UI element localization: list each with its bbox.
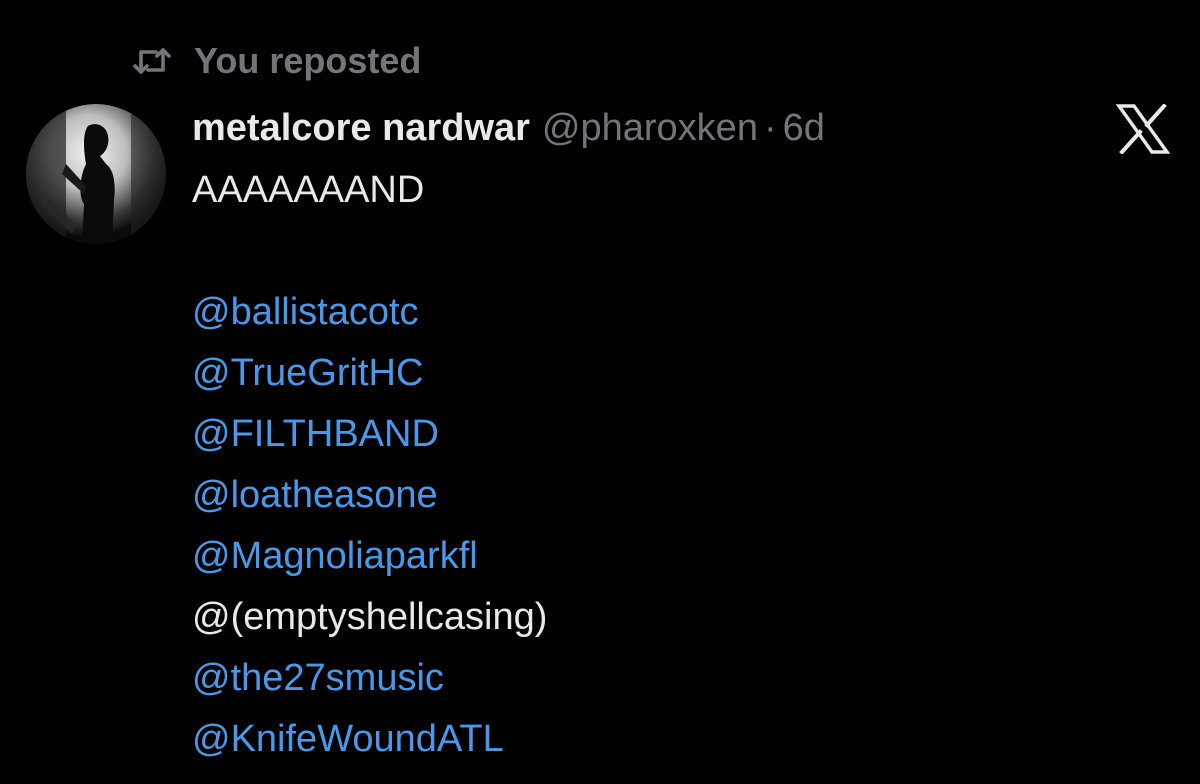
user-handle[interactable]: @pharoxken: [542, 102, 758, 154]
mention-link[interactable]: @TrueGritHC: [192, 343, 1172, 404]
repost-context[interactable]: You reposted: [132, 38, 421, 84]
avatar[interactable]: [26, 104, 166, 244]
avatar-photo: [26, 104, 166, 244]
separator-dot: ·: [763, 107, 777, 149]
tweet-text: AAAAAAAND @ballistacotc @TrueGritHC @FIL…: [192, 160, 1172, 770]
mention-link[interactable]: @ballistacotc: [192, 282, 1172, 343]
tweet-text-first-line: AAAAAAAND: [192, 169, 425, 211]
mention-link[interactable]: @the27smusic: [192, 648, 1172, 709]
mention-link[interactable]: @FILTHBAND: [192, 404, 1172, 465]
x-logo-icon[interactable]: [1116, 104, 1170, 154]
mention-link[interactable]: @loatheasone: [192, 465, 1172, 526]
mention-link[interactable]: @KnifeWoundATL: [192, 709, 1172, 770]
timestamp[interactable]: 6d: [783, 102, 825, 154]
display-name[interactable]: metalcore nardwar: [192, 102, 530, 154]
mention-text-plain: @(emptyshellcasing): [192, 596, 548, 638]
tweet-header: metalcore nardwar @pharoxken · 6d: [192, 102, 825, 154]
repost-icon: [133, 48, 171, 74]
mention-link[interactable]: @Magnoliaparkfl: [192, 526, 1172, 587]
repost-label: You reposted: [194, 40, 422, 81]
